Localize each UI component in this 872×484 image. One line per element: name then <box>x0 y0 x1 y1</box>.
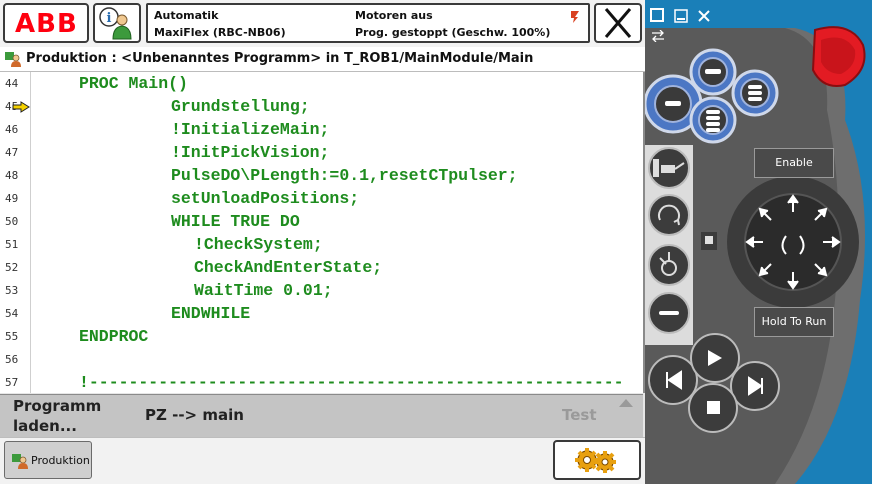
enable-button[interactable]: Enable <box>754 148 834 178</box>
code-line[interactable]: 45 Grundstellung; <box>0 95 643 118</box>
abb-logo: ABB <box>15 9 78 39</box>
svg-text:i: i <box>107 11 112 26</box>
line-number: 49 <box>5 192 19 205</box>
line-number: 44 <box>5 77 19 90</box>
line-number: 50 <box>5 215 19 228</box>
restore-icon[interactable] <box>650 8 664 22</box>
swap-arrows-icon[interactable] <box>651 30 665 42</box>
code-text: !InitializeMain; <box>171 120 330 139</box>
line-number: 55 <box>5 330 19 343</box>
code-text: PulseDO\PLength:=0.1,resetCTpulser; <box>171 166 518 185</box>
abb-menu-button[interactable]: ABB <box>3 3 89 43</box>
line-number: 52 <box>5 261 19 274</box>
code-line[interactable]: 44 PROC Main() <box>0 72 643 95</box>
program-state: Prog. gestoppt (Geschw. 100%) <box>355 26 551 39</box>
info-user-icon: i <box>99 7 132 40</box>
code-text: setUnloadPositions; <box>171 189 360 208</box>
code-line[interactable]: 51 !CheckSystem; <box>0 233 643 256</box>
code-line[interactable]: 49 setUnloadPositions; <box>0 187 643 210</box>
line-number: 51 <box>5 238 19 251</box>
gears-icon <box>575 448 616 473</box>
close-button[interactable] <box>594 3 642 43</box>
code-text: CheckAndEnterState; <box>194 258 383 277</box>
hold-to-run-button[interactable]: Hold To Run <box>754 307 834 337</box>
taskbar-production-label: Produktion <box>31 454 90 467</box>
code-line[interactable]: 54 ENDWHILE <box>0 302 643 325</box>
load-program-button[interactable]: Programm laden... <box>13 396 123 436</box>
code-line[interactable]: 53 WaitTime 0.01; <box>0 279 643 302</box>
close-icon <box>604 8 632 38</box>
flexpendant-screen: ABB i Automatik MaxiFlex (RBC-NB06) Moto… <box>0 0 645 484</box>
test-menu-button[interactable]: Test <box>562 406 597 424</box>
event-log-button[interactable]: i <box>93 3 141 43</box>
taskbar: Produktion <box>0 437 645 484</box>
axis-select-icon[interactable] <box>654 250 684 280</box>
operating-mode: Automatik <box>154 9 219 22</box>
pendant-hardware-panel: Enable Hold To Run <box>645 0 872 484</box>
code-text: PROC Main() <box>79 74 188 93</box>
page-title: Produktion : <Unbenanntes Programm> in T… <box>26 51 534 66</box>
code-text: !InitPickVision; <box>171 143 330 162</box>
code-line[interactable]: 50 WHILE TRUE DO <box>0 210 643 233</box>
code-text: !CheckSystem; <box>194 235 323 254</box>
code-line[interactable]: 52 CheckAndEnterState; <box>0 256 643 279</box>
page-title-bar: Produktion : <Unbenanntes Programm> in T… <box>0 47 645 72</box>
status-bar[interactable]: Automatik MaxiFlex (RBC-NB06) Motoren au… <box>146 3 590 43</box>
code-line[interactable]: 57 !------------------------------------… <box>0 371 643 393</box>
start-button[interactable] <box>691 334 739 382</box>
line-number: 47 <box>5 146 19 159</box>
program-editor[interactable]: 44 PROC Main() 45 Grundstellung; 46 !Ini… <box>0 72 645 393</box>
code-text: Grundstellung; <box>171 97 310 116</box>
stop-button[interactable] <box>689 384 737 432</box>
emergency-stop-button[interactable] <box>813 22 867 88</box>
line-number: 57 <box>5 376 19 389</box>
chevron-up-icon[interactable] <box>619 399 633 407</box>
code-line[interactable]: 48 PulseDO\PLength:=0.1,resetCTpulser; <box>0 164 643 187</box>
code-line[interactable]: 47 !InitPickVision; <box>0 141 643 164</box>
warning-icon <box>571 11 579 23</box>
close-icon[interactable] <box>697 8 711 22</box>
line-number: 56 <box>5 353 19 366</box>
taskbar-production-button[interactable]: Produktion <box>4 441 92 479</box>
controller-name: MaxiFlex (RBC-NB06) <box>154 26 286 39</box>
code-text: ENDPROC <box>79 327 149 346</box>
pp-to-main-button[interactable]: PZ --> main <box>145 406 244 424</box>
line-number: 54 <box>5 307 19 320</box>
program-pointer-icon <box>12 101 30 113</box>
minimize-icon[interactable] <box>674 8 688 23</box>
step-forward-button[interactable] <box>731 362 779 410</box>
line-number: 48 <box>5 169 19 182</box>
code-line[interactable]: 56 <box>0 348 643 371</box>
top-bar: ABB i Automatik MaxiFlex (RBC-NB06) Moto… <box>0 0 645 47</box>
code-text: WaitTime 0.01; <box>194 281 333 300</box>
line-number: 46 <box>5 123 19 136</box>
motor-state: Motoren aus <box>355 9 433 22</box>
code-line[interactable]: 55 ENDPROC <box>0 325 643 348</box>
reorient-icon[interactable] <box>654 200 684 230</box>
tool-tcp-icon[interactable] <box>651 155 687 181</box>
code-line[interactable]: 46 !InitializeMain; <box>0 118 643 141</box>
production-icon <box>12 454 28 469</box>
production-icon <box>5 52 21 67</box>
code-text: !---------------------------------------… <box>79 373 624 392</box>
code-text: ENDWHILE <box>171 304 251 323</box>
line-number: 53 <box>5 284 19 297</box>
command-bar: Programm laden... PZ --> main Test <box>0 394 643 438</box>
quickset-button[interactable] <box>553 440 641 480</box>
code-text: WHILE TRUE DO <box>171 212 300 231</box>
step-backward-button[interactable] <box>649 356 697 404</box>
